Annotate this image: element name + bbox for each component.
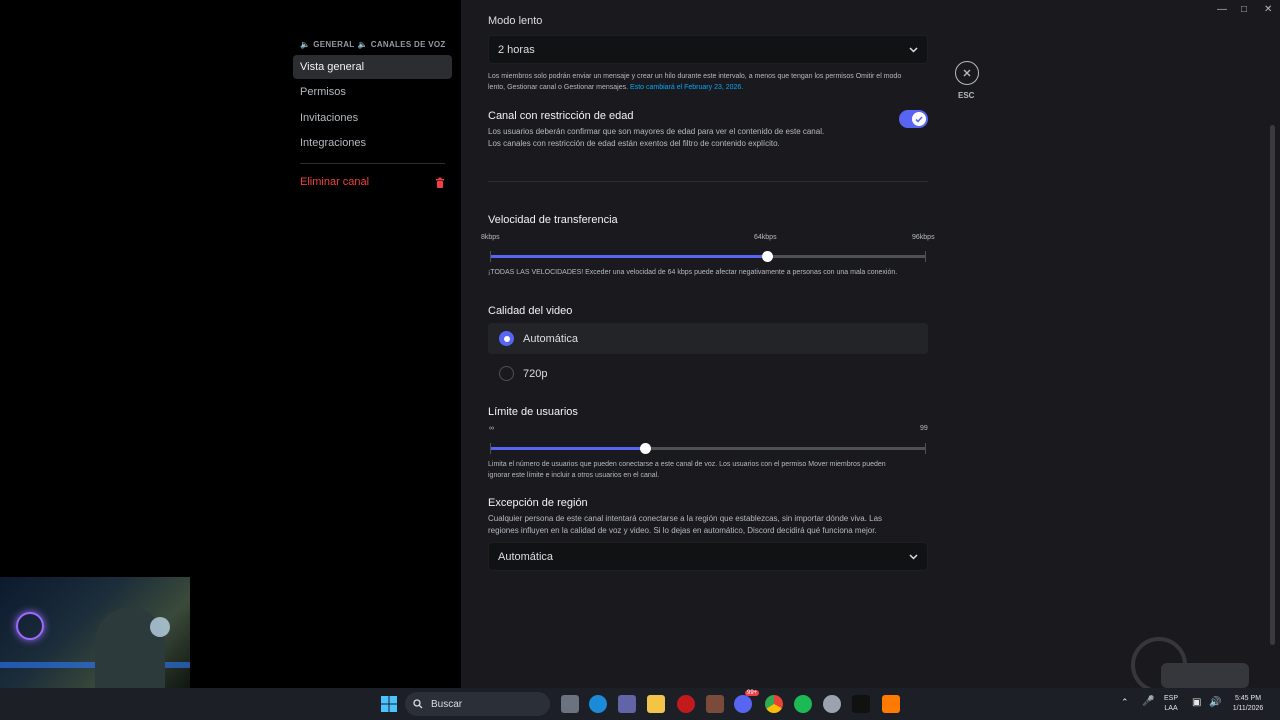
taskbar-search[interactable]: Buscar: [405, 692, 550, 716]
maximize-button[interactable]: □: [1241, 4, 1247, 15]
slow-mode-help: Los miembros solo podrán enviar un mensa…: [488, 71, 908, 93]
age-restricted-title: Canal con restricción de edad: [488, 110, 634, 122]
user-limit-slider-fill: [490, 447, 645, 450]
user-limit-slider[interactable]: [490, 443, 926, 454]
bitrate-title: Velocidad de transferencia: [488, 214, 618, 226]
bitrate-max-label: 96kbps: [912, 234, 935, 241]
network-icon[interactable]: ▣: [1192, 697, 1201, 708]
video-quality-option-auto[interactable]: Automática: [488, 323, 928, 354]
edge-icon[interactable]: [589, 695, 607, 713]
language-top: ESP: [1164, 695, 1179, 702]
age-restricted-desc2: Los canales con restricción de edad está…: [488, 139, 780, 148]
speaker-icon: 🔈: [357, 40, 368, 49]
radio-unselected: [499, 366, 514, 381]
user-limit-max-label: 99: [920, 425, 928, 432]
chevron-down-icon: [909, 46, 918, 53]
user-limit-title: Límite de usuarios: [488, 406, 578, 418]
windows-start-icon[interactable]: [381, 696, 397, 712]
clock-time: 5:45 PM: [1234, 695, 1262, 702]
video-quality-720p-label: 720p: [523, 367, 548, 380]
check-icon: [912, 112, 926, 126]
language-bottom: LAA: [1164, 705, 1178, 712]
user-limit-min-label: ∞: [489, 425, 494, 432]
sidebar-divider: [300, 163, 445, 165]
video-quality-option-720p[interactable]: 720p: [488, 358, 928, 389]
age-restricted-desc1: Los usuarios deberán confirmar que son m…: [488, 127, 825, 136]
sidebar-nav: Vista general Permisos Invitaciones Inte…: [293, 55, 452, 196]
chevron-up-icon[interactable]: ⌃: [1121, 697, 1129, 708]
webcam-overlay: [0, 577, 190, 688]
sidebar-item-overview[interactable]: Vista general: [293, 55, 452, 79]
clock[interactable]: 5:45 PM 1/11/2026: [1228, 694, 1268, 714]
content-scrollbar[interactable]: [1270, 125, 1275, 645]
decorative-illustration: [1131, 637, 1249, 688]
region-value: Automática: [498, 550, 554, 563]
bitrate-tick-min: [490, 251, 491, 262]
delete-channel-label: Eliminar canal: [300, 176, 370, 189]
search-icon: [413, 699, 423, 709]
sidebar-item-integrations[interactable]: Integraciones: [293, 131, 452, 155]
sidebar-header: 🔈 GENERAL 🔈 CANALES DE VOZ: [300, 40, 446, 49]
bitrate-slider-thumb[interactable]: [762, 251, 774, 262]
window-close-button[interactable]: ✕: [1264, 4, 1272, 15]
esc-label: ESC: [958, 91, 975, 100]
settings-content: Modo lento 2 horas Los miembros solo pod…: [461, 0, 1280, 688]
close-settings-button[interactable]: [955, 61, 979, 85]
discord-badge: 99+: [745, 690, 760, 696]
app-orange-icon[interactable]: [882, 695, 900, 713]
volume-icon[interactable]: 🔊: [1209, 697, 1221, 708]
discord-icon[interactable]: [734, 695, 752, 713]
slow-mode-select[interactable]: 2 horas: [488, 35, 928, 64]
teams-icon[interactable]: [618, 695, 636, 713]
close-icon: [963, 69, 971, 77]
region-desc: Cualquier persona de este canal intentar…: [488, 514, 883, 535]
slow-mode-label: Modo lento: [488, 15, 543, 27]
trash-icon: [435, 177, 445, 188]
delete-channel-button[interactable]: Eliminar canal: [293, 170, 452, 194]
slow-mode-value: 2 horas: [498, 43, 535, 56]
video-quality-title: Calidad del video: [488, 305, 573, 317]
language-indicator[interactable]: ESP LAA: [1164, 694, 1178, 714]
app-red-icon[interactable]: [677, 695, 695, 713]
neon-sign: [16, 612, 44, 640]
steam-icon[interactable]: [823, 695, 841, 713]
file-explorer-icon[interactable]: [647, 695, 665, 713]
tiktok-icon[interactable]: [852, 695, 870, 713]
region-title: Excepción de región: [488, 497, 588, 509]
task-view-icon[interactable]: [561, 695, 579, 713]
sidebar-item-permissions[interactable]: Permisos: [293, 80, 452, 104]
minimize-button[interactable]: —: [1217, 4, 1227, 15]
microphone-icon[interactable]: 🎤: [1142, 696, 1154, 707]
section-divider: [488, 181, 928, 182]
bitrate-slider-fill: [490, 255, 768, 258]
bitrate-tick-max: [925, 251, 926, 262]
bitrate-slider[interactable]: [490, 251, 926, 262]
sidebar-item-invites[interactable]: Invitaciones: [293, 106, 452, 130]
bitrate-mid-label: 64kbps: [754, 234, 777, 241]
user-limit-tick-min: [490, 443, 491, 454]
taskbar: [0, 688, 1280, 720]
video-quality-auto-label: Automática: [523, 332, 579, 345]
clock-date: 1/11/2026: [1232, 705, 1264, 712]
chevron-down-icon: [909, 553, 918, 560]
user-limit-tick-max: [925, 443, 926, 454]
light-glow: [150, 617, 170, 637]
bitrate-help: ¡TODAS LAS VELOCIDADES! Exceder una velo…: [488, 269, 898, 276]
slow-mode-help-link[interactable]: Esto cambiará el February 23, 2026.: [630, 84, 743, 91]
search-placeholder: Buscar: [431, 698, 463, 710]
user-limit-slider-thumb[interactable]: [639, 443, 651, 454]
radio-selected: [499, 331, 514, 346]
sidebar-header-category: GENERAL: [313, 40, 355, 49]
user-limit-help: Limita el número de usuarios que pueden …: [488, 461, 886, 479]
region-select[interactable]: Automática: [488, 542, 928, 571]
chrome-icon[interactable]: [765, 695, 783, 713]
app-brown-icon[interactable]: [706, 695, 724, 713]
speaker-icon: 🔈: [300, 40, 311, 49]
age-restricted-toggle[interactable]: [899, 110, 928, 128]
sidebar-header-channel: CANALES DE VOZ: [370, 40, 446, 49]
spotify-icon[interactable]: [794, 695, 812, 713]
bitrate-min-label: 8kbps: [481, 234, 500, 241]
